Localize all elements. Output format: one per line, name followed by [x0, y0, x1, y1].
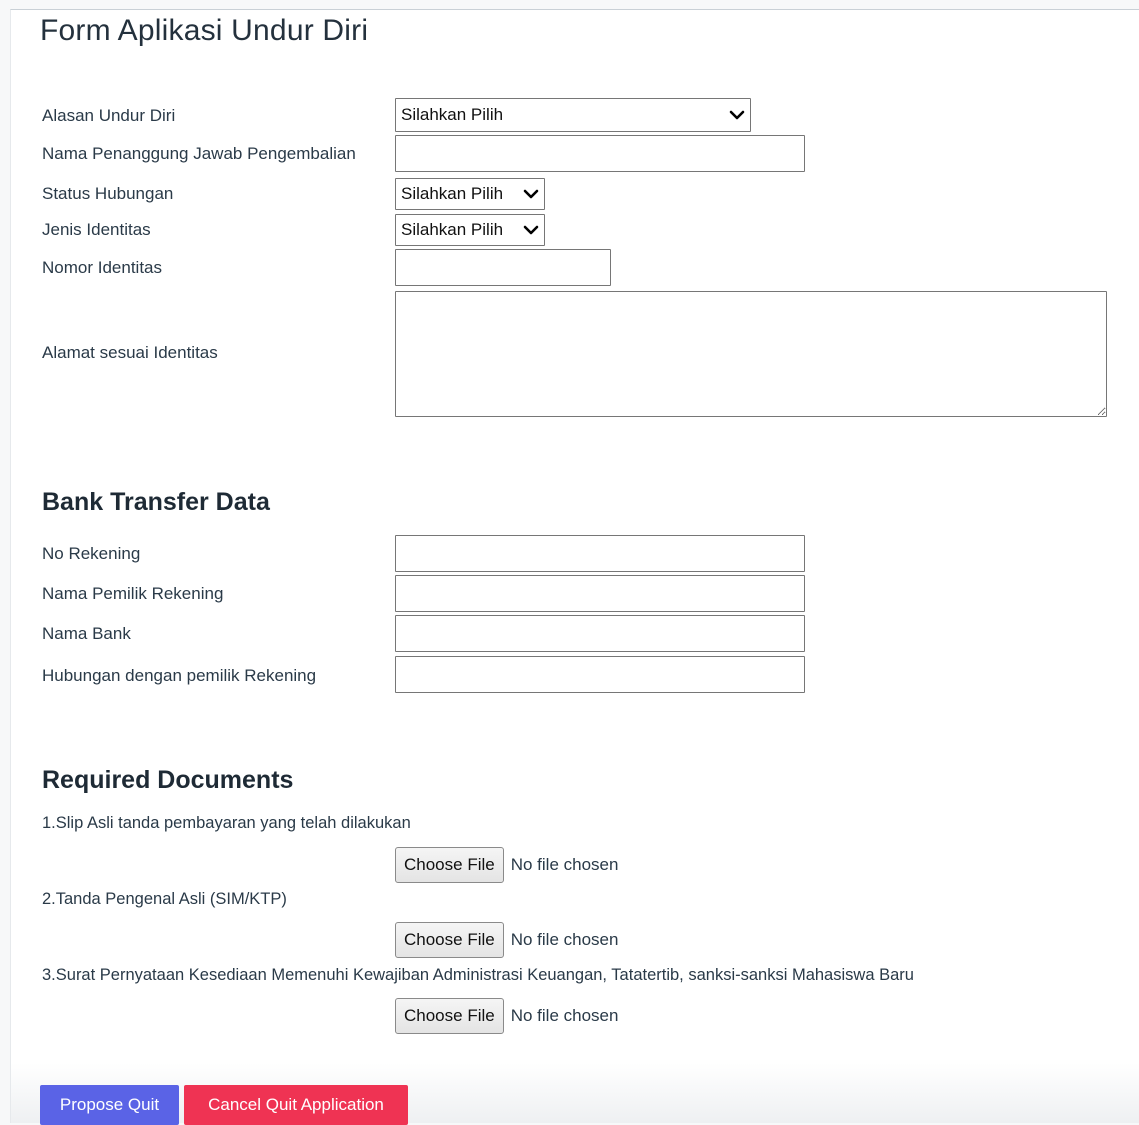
cancel-quit-application-button[interactable]: Cancel Quit Application: [184, 1085, 408, 1125]
relation-status-select-value: Silahkan Pilih: [401, 184, 504, 203]
choose-file-button-3[interactable]: Choose File: [395, 998, 504, 1034]
chevron-down-icon: [523, 186, 539, 202]
reason-select[interactable]: Silahkan Pilih: [395, 98, 751, 132]
chevron-down-icon: [729, 107, 745, 123]
responsible-name-label: Nama Penanggung Jawab Pengembalian: [42, 144, 356, 163]
document-label-2: 2.Tanda Pengenal Asli (SIM/KTP): [42, 890, 287, 908]
document-label-3: 3.Surat Pernyataan Kesediaan Memenuhi Ke…: [42, 966, 914, 984]
account-number-input[interactable]: [395, 535, 805, 572]
file-status-3: No file chosen: [510, 1006, 619, 1025]
id-number-label: Nomor Identitas: [42, 258, 162, 277]
responsible-name-input[interactable]: [395, 135, 805, 172]
bank-name-input[interactable]: [395, 615, 805, 652]
account-relation-label: Hubungan dengan pemilik Rekening: [42, 666, 317, 685]
id-number-input[interactable]: [395, 249, 611, 286]
choose-file-button-2[interactable]: Choose File: [395, 922, 504, 958]
document-upload-3: Choose File No file chosen: [395, 998, 618, 1034]
account-owner-label: Nama Pemilik Rekening: [42, 584, 224, 603]
relation-status-select[interactable]: Silahkan Pilih: [395, 178, 545, 210]
account-relation-input[interactable]: [395, 656, 805, 693]
document-label-1: 1.Slip Asli tanda pembayaran yang telah …: [42, 814, 411, 832]
id-type-select-value: Silahkan Pilih: [401, 220, 504, 239]
account-number-label: No Rekening: [42, 544, 141, 563]
reason-label: Alasan Undur Diri: [42, 106, 176, 125]
relation-status-label: Status Hubungan: [42, 184, 174, 203]
reason-select-value: Silahkan Pilih: [401, 105, 504, 124]
chevron-down-icon: [523, 222, 539, 238]
action-bar: [11, 1063, 1139, 1123]
file-status-1: No file chosen: [510, 855, 619, 874]
form-container: Form Aplikasi Undur Diri Alasan Undur Di…: [10, 9, 1139, 1125]
document-upload-2: Choose File No file chosen: [395, 922, 618, 958]
propose-quit-button[interactable]: Propose Quit: [40, 1085, 179, 1125]
address-label: Alamat sesuai Identitas: [42, 343, 218, 362]
document-upload-1: Choose File No file chosen: [395, 847, 618, 883]
bank-name-label: Nama Bank: [42, 624, 131, 643]
address-textarea[interactable]: [395, 291, 1107, 417]
documents-section-title: Required Documents: [42, 766, 294, 794]
page-title: Form Aplikasi Undur Diri: [40, 14, 369, 47]
id-type-label: Jenis Identitas: [42, 220, 151, 239]
bank-section-title: Bank Transfer Data: [42, 488, 270, 516]
id-type-select[interactable]: Silahkan Pilih: [395, 214, 545, 246]
file-status-2: No file chosen: [510, 930, 619, 949]
account-owner-input[interactable]: [395, 575, 805, 612]
choose-file-button-1[interactable]: Choose File: [395, 847, 504, 883]
